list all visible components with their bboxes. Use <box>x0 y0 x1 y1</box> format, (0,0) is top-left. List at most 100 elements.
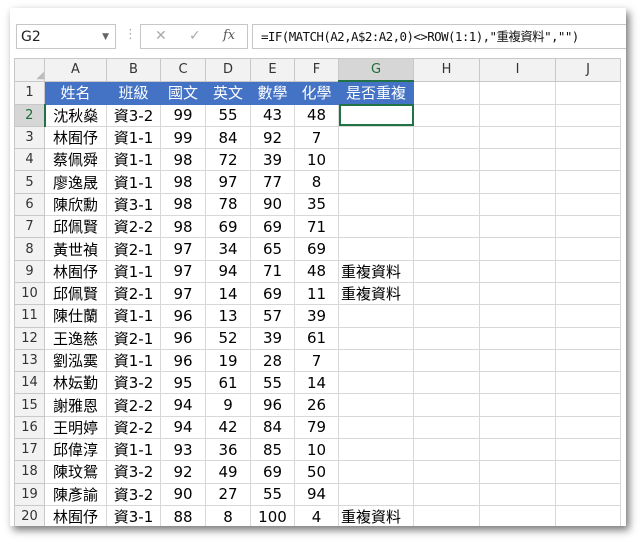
cell[interactable]: 97 <box>205 170 251 194</box>
cell[interactable]: 98 <box>160 148 206 172</box>
cell[interactable] <box>479 371 556 395</box>
cell[interactable] <box>555 237 621 261</box>
cell[interactable]: 7 <box>294 125 339 150</box>
cell[interactable] <box>338 438 414 462</box>
column-header-e[interactable]: E <box>250 58 295 82</box>
cell[interactable]: 99 <box>160 125 206 150</box>
cell[interactable] <box>479 125 556 150</box>
cell[interactable]: 資3-2 <box>106 371 161 395</box>
cell[interactable]: 27 <box>205 482 251 506</box>
cell[interactable] <box>555 192 621 217</box>
row-header[interactable]: 6 <box>14 192 45 217</box>
cell[interactable] <box>413 304 480 328</box>
cell[interactable]: 資3-2 <box>106 103 161 127</box>
cell[interactable]: 69 <box>205 215 251 239</box>
header-cell[interactable]: 是否重複 <box>338 80 414 105</box>
cell[interactable]: 資1-1 <box>106 259 161 283</box>
cell[interactable]: 蔡佩舜 <box>44 148 107 172</box>
column-header-c[interactable]: C <box>160 58 206 82</box>
cell[interactable]: 4 <box>294 504 339 526</box>
cell[interactable]: 資3-2 <box>106 460 161 484</box>
cell[interactable] <box>479 460 556 484</box>
cell[interactable]: 96 <box>160 348 206 373</box>
cell[interactable] <box>338 326 414 350</box>
cell[interactable] <box>555 438 621 462</box>
cell[interactable]: 77 <box>250 170 295 194</box>
cell[interactable] <box>479 438 556 462</box>
cell[interactable]: 邱佩賢 <box>44 215 107 239</box>
cell[interactable]: 72 <box>205 148 251 172</box>
row-header[interactable]: 16 <box>14 415 45 440</box>
cell[interactable] <box>413 125 480 150</box>
cell[interactable] <box>413 103 480 127</box>
cell[interactable]: 90 <box>250 192 295 217</box>
cell[interactable]: 94 <box>294 482 339 506</box>
cell[interactable]: 48 <box>294 259 339 283</box>
cell[interactable] <box>479 393 556 417</box>
cell[interactable] <box>479 103 556 127</box>
cell[interactable]: 資1-1 <box>106 148 161 172</box>
cell[interactable] <box>413 438 480 462</box>
cell[interactable]: 28 <box>250 348 295 373</box>
cell[interactable] <box>479 170 556 194</box>
cell[interactable]: 重複資料 <box>338 281 414 306</box>
row-header[interactable]: 17 <box>14 438 45 462</box>
row-header[interactable]: 12 <box>14 326 45 350</box>
cell[interactable] <box>413 348 480 373</box>
name-box[interactable]: G2 ▼ <box>16 24 116 49</box>
cell[interactable]: 26 <box>294 393 339 417</box>
cell[interactable]: 林囿伃 <box>44 504 107 526</box>
cell[interactable] <box>479 415 556 440</box>
cell[interactable] <box>338 371 414 395</box>
cell[interactable] <box>338 237 414 261</box>
cell[interactable]: 陳仕蘭 <box>44 304 107 328</box>
row-header[interactable]: 5 <box>14 170 45 194</box>
row-header[interactable]: 2 <box>14 103 46 127</box>
cell[interactable]: 69 <box>250 281 295 306</box>
chevron-down-icon[interactable]: ▼ <box>102 25 109 50</box>
cell[interactable]: 96 <box>160 304 206 328</box>
header-cell[interactable]: 班級 <box>106 80 161 105</box>
cell[interactable]: 8 <box>294 170 339 194</box>
cell[interactable]: 39 <box>250 326 295 350</box>
cell[interactable]: 資2-1 <box>106 326 161 350</box>
cell[interactable] <box>338 148 414 172</box>
cell[interactable]: 71 <box>294 215 339 239</box>
column-header-b[interactable]: B <box>106 58 161 82</box>
cell[interactable]: 55 <box>250 482 295 506</box>
cell[interactable]: 10 <box>294 438 339 462</box>
cell[interactable]: 69 <box>250 460 295 484</box>
cancel-icon[interactable]: ✕ <box>155 28 167 44</box>
cell[interactable]: 55 <box>250 371 295 395</box>
cell[interactable] <box>413 482 480 506</box>
cell[interactable]: 92 <box>250 125 295 150</box>
cell[interactable] <box>413 215 480 239</box>
cell[interactable]: 69 <box>294 237 339 261</box>
cell[interactable] <box>555 393 621 417</box>
cell[interactable]: 資2-2 <box>106 215 161 239</box>
cell[interactable]: 57 <box>250 304 295 328</box>
cell[interactable] <box>479 281 556 306</box>
cell[interactable] <box>555 281 621 306</box>
cell[interactable] <box>338 415 414 440</box>
cell[interactable]: 39 <box>250 148 295 172</box>
column-header-j[interactable]: J <box>555 58 621 82</box>
cell[interactable] <box>555 259 621 283</box>
cell[interactable]: 43 <box>250 103 295 127</box>
cell[interactable]: 96 <box>250 393 295 417</box>
cell[interactable] <box>479 237 556 261</box>
row-header[interactable]: 1 <box>14 80 45 105</box>
row-header[interactable]: 9 <box>14 259 45 283</box>
cell[interactable]: 48 <box>294 103 339 127</box>
cell[interactable]: 資1-1 <box>106 125 161 150</box>
cell[interactable]: 36 <box>205 438 251 462</box>
row-header[interactable]: 20 <box>14 504 45 526</box>
cell[interactable] <box>338 192 414 217</box>
cell[interactable]: 19 <box>205 348 251 373</box>
cell[interactable]: 100 <box>250 504 295 526</box>
cell[interactable] <box>338 482 414 506</box>
cell[interactable] <box>338 460 414 484</box>
cell[interactable] <box>413 148 480 172</box>
cell[interactable]: 陳玟鴛 <box>44 460 107 484</box>
cell[interactable]: 49 <box>205 460 251 484</box>
